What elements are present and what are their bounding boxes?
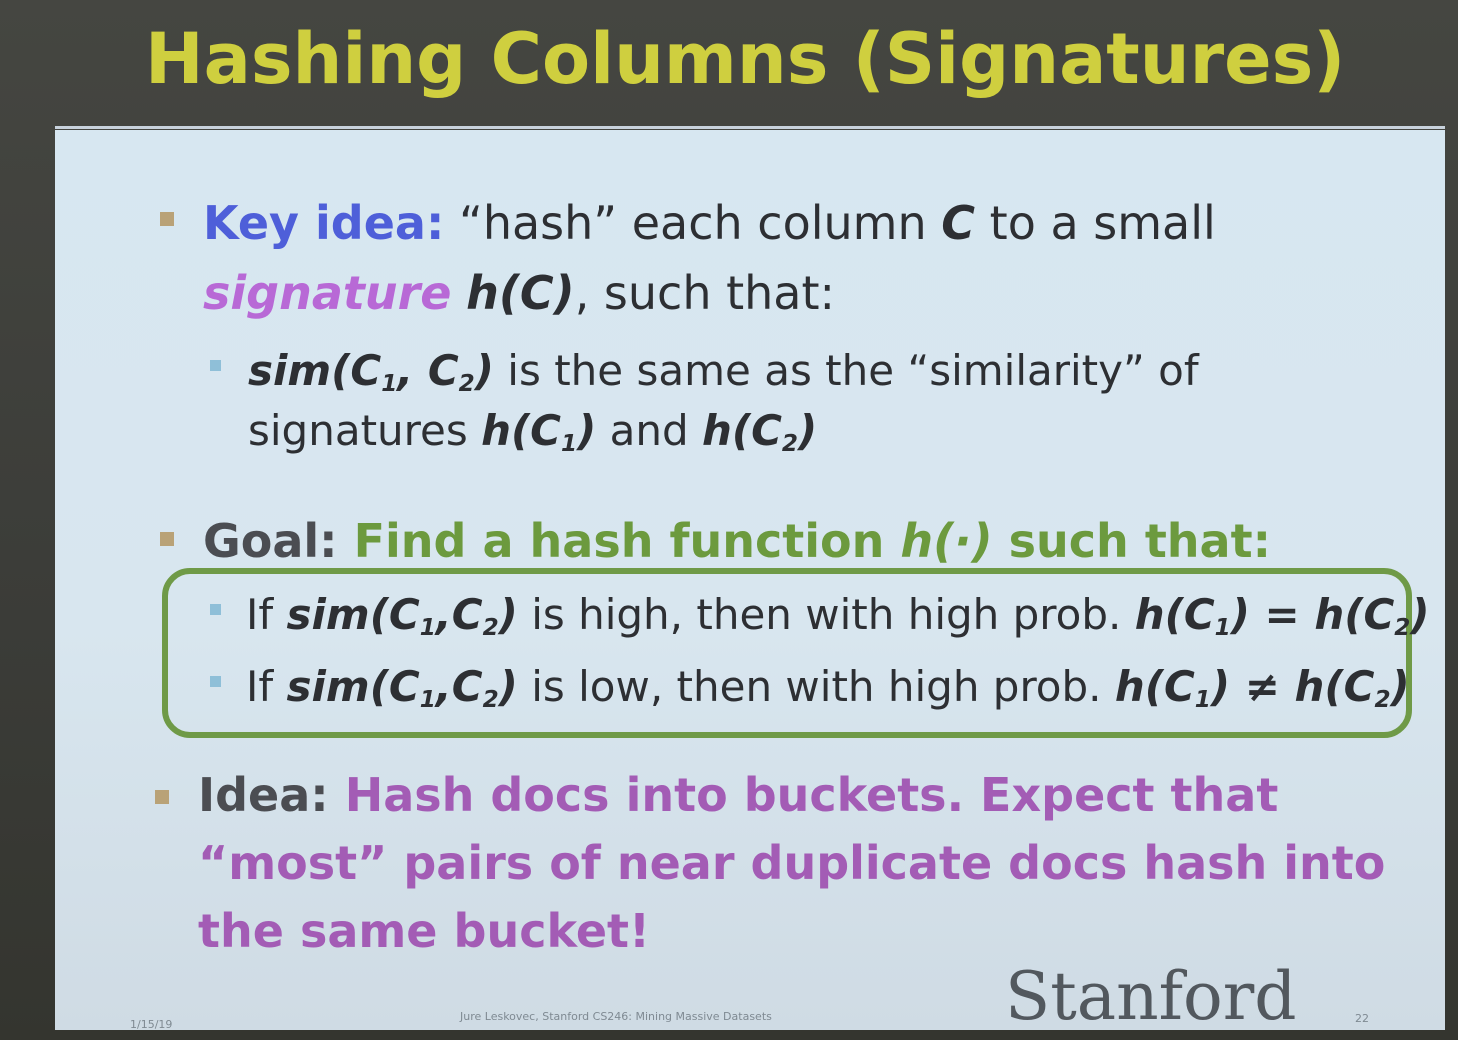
idea-line-2: “most” pairs of near duplicate docs hash… <box>198 836 1386 890</box>
key-idea-line-2: signature h(C), such that: <box>203 266 836 320</box>
sub-bullet-marker <box>210 360 221 371</box>
title-divider <box>55 126 1445 129</box>
slide-title: Hashing Columns (Signatures) <box>145 18 1346 100</box>
signature-term: signature <box>203 266 452 320</box>
key-idea-line-1: Key idea: “hash” each column C to a smal… <box>203 196 1216 250</box>
key-idea-sub-line-1: sim(C1, C2) is the same as the “similari… <box>248 346 1199 397</box>
stanford-logo: Stanford <box>1005 958 1297 1035</box>
goal-label: Goal: <box>203 514 338 568</box>
page-number: 22 <box>1355 1012 1369 1025</box>
goal-item-low: If sim(C1,C2) is low, then with high pro… <box>246 662 1410 713</box>
goal-item-high: If sim(C1,C2) is high, then with high pr… <box>246 590 1430 641</box>
idea-line-1: Idea: Hash docs into buckets. Expect tha… <box>198 768 1279 822</box>
sub-bullet-marker <box>210 604 221 615</box>
goal-line: Goal: Find a hash function h(·) such tha… <box>203 514 1271 568</box>
idea-line-3: the same bucket! <box>198 904 650 958</box>
sub-bullet-marker <box>210 676 221 687</box>
footer-date: 1/15/19 <box>130 1018 173 1031</box>
bullet-marker <box>160 532 174 546</box>
idea-label: Idea: <box>198 768 329 822</box>
bullet-marker <box>160 212 174 226</box>
bullet-marker <box>155 790 169 804</box>
key-idea-label: Key idea: <box>203 196 445 250</box>
footer-credit: Jure Leskovec, Stanford CS246: Mining Ma… <box>460 1010 772 1023</box>
key-idea-sub-line-2: signatures h(C1) and h(C2) <box>248 406 818 457</box>
